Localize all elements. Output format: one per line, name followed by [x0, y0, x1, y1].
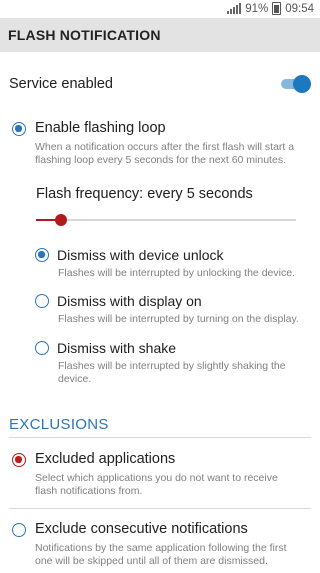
flash-frequency-slider[interactable] [36, 213, 296, 227]
exclude-consecutive-label[interactable]: Exclude consecutive notifications [35, 521, 248, 537]
page-title: FLASH NOTIFICATION [8, 27, 161, 43]
signal-icon [227, 3, 242, 14]
enable-loop-radio[interactable] [12, 122, 26, 136]
status-bar: 91% 09:54 [0, 0, 320, 18]
toggle-thumb [293, 75, 311, 93]
exclude-consecutive-description-1: Notifications by the same application fo… [35, 542, 287, 554]
service-enabled-label: Service enabled [9, 76, 113, 92]
dismiss-display-radio[interactable] [35, 294, 49, 308]
exclude-consecutive-description-2: one will be skipped until all of them ar… [35, 555, 268, 567]
excluded-apps-description-1: Select which applications you do not wan… [35, 472, 278, 484]
battery-icon [272, 2, 282, 15]
dismiss-shake-description-2: device. [58, 373, 92, 385]
enable-loop-description-2: flashing loop every 5 seconds for the ne… [35, 154, 286, 166]
enable-loop-description-1: When a notification occurs after the fir… [35, 141, 295, 153]
section-divider [9, 437, 311, 438]
status-bar-right: 91% 09:54 [227, 2, 314, 15]
exclude-consecutive-radio[interactable] [12, 523, 26, 537]
dismiss-display-label[interactable]: Dismiss with display on [57, 293, 202, 309]
service-enabled-toggle[interactable] [279, 75, 311, 93]
slider-track [36, 219, 296, 221]
excluded-apps-description-2: flash notifications from. [35, 485, 143, 497]
flash-frequency-label: Flash frequency: every 5 seconds [36, 186, 253, 202]
exclusions-section-title: EXCLUSIONS [9, 416, 109, 433]
slider-fill [36, 219, 57, 221]
dismiss-unlock-label[interactable]: Dismiss with device unlock [57, 247, 224, 263]
excluded-apps-radio[interactable] [12, 453, 26, 467]
dismiss-unlock-radio[interactable] [35, 248, 49, 262]
dismiss-display-description: Flashes will be interrupted by turning o… [58, 313, 299, 325]
excluded-apps-label[interactable]: Excluded applications [35, 451, 175, 467]
dismiss-unlock-description: Flashes will be interrupted by unlocking… [58, 267, 295, 279]
app-header: FLASH NOTIFICATION [0, 18, 320, 52]
enable-loop-label[interactable]: Enable flashing loop [35, 120, 166, 136]
slider-knob[interactable] [54, 214, 67, 226]
dismiss-shake-radio[interactable] [35, 341, 49, 355]
row-divider [9, 508, 311, 509]
battery-percent: 91% [245, 2, 269, 15]
clock: 09:54 [285, 2, 314, 15]
dismiss-shake-description-1: Flashes will be interrupted by slightly … [58, 360, 286, 372]
dismiss-shake-label[interactable]: Dismiss with shake [57, 340, 176, 356]
